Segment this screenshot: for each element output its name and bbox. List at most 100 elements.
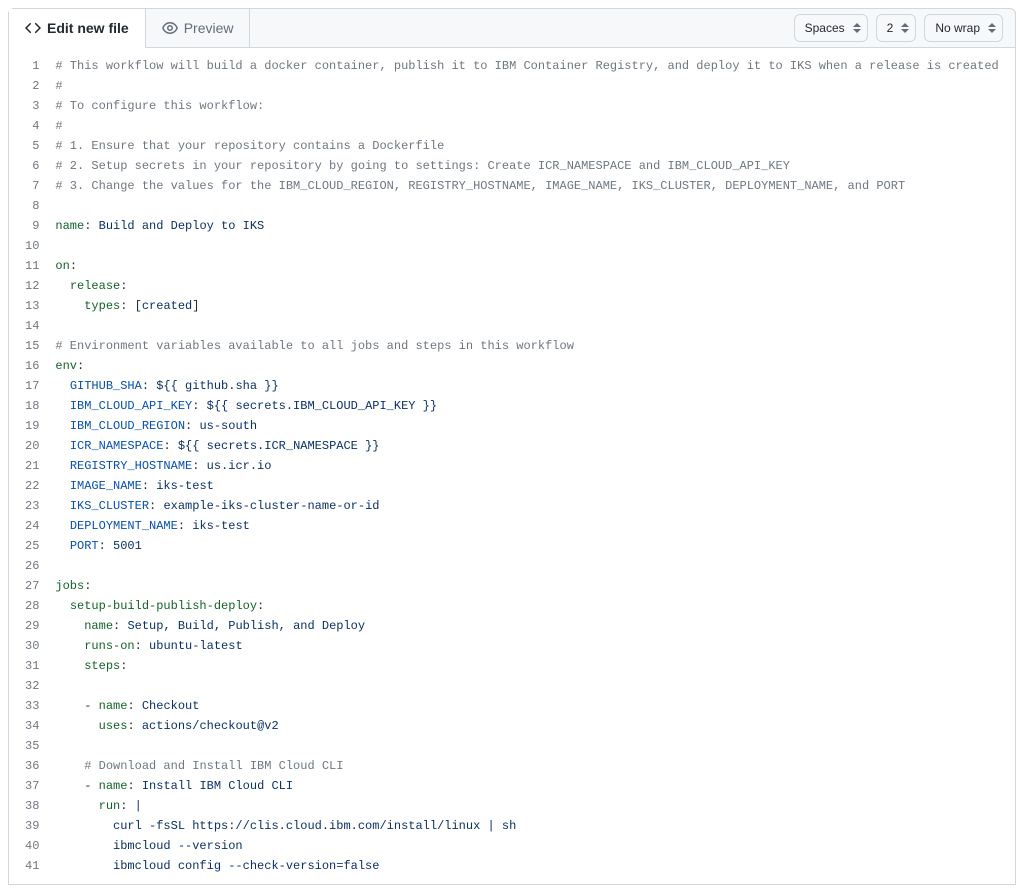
line-number: 15 [25, 336, 39, 356]
code-line[interactable]: env: [55, 356, 999, 376]
code-line[interactable] [55, 676, 999, 696]
indent-size-select[interactable]: 2 [876, 14, 917, 42]
line-number: 22 [25, 476, 39, 496]
code-line[interactable] [55, 736, 999, 756]
code-line[interactable] [55, 236, 999, 256]
line-number: 29 [25, 616, 39, 636]
code-line[interactable]: # 1. Ensure that your repository contain… [55, 136, 999, 156]
code-line[interactable]: ibmcloud --version [55, 836, 999, 856]
line-number: 36 [25, 756, 39, 776]
line-number: 39 [25, 816, 39, 836]
code-line[interactable]: name: Build and Deploy to IKS [55, 216, 999, 236]
line-number: 1 [25, 56, 39, 76]
line-number: 21 [25, 456, 39, 476]
indent-size-value: 2 [887, 21, 894, 35]
code-line[interactable]: # This workflow will build a docker cont… [55, 56, 999, 76]
line-number: 34 [25, 716, 39, 736]
code-line[interactable]: ICR_NAMESPACE: ${{ secrets.ICR_NAMESPACE… [55, 436, 999, 456]
code-icon [25, 20, 41, 36]
line-number: 37 [25, 776, 39, 796]
line-number: 32 [25, 676, 39, 696]
code-line[interactable]: run: | [55, 796, 999, 816]
code-content[interactable]: # This workflow will build a docker cont… [49, 48, 1015, 884]
line-number: 23 [25, 496, 39, 516]
indent-mode-select[interactable]: Spaces [794, 14, 868, 42]
line-number: 4 [25, 116, 39, 136]
line-number: 14 [25, 316, 39, 336]
code-line[interactable]: REGISTRY_HOSTNAME: us.icr.io [55, 456, 999, 476]
line-number: 35 [25, 736, 39, 756]
code-line[interactable]: - name: Checkout [55, 696, 999, 716]
line-number: 2 [25, 76, 39, 96]
code-line[interactable]: IBM_CLOUD_API_KEY: ${{ secrets.IBM_CLOUD… [55, 396, 999, 416]
indent-mode-value: Spaces [805, 21, 845, 35]
line-number: 40 [25, 836, 39, 856]
code-line[interactable]: GITHUB_SHA: ${{ github.sha }} [55, 376, 999, 396]
code-line[interactable]: # 3. Change the values for the IBM_CLOUD… [55, 176, 999, 196]
line-number: 12 [25, 276, 39, 296]
wrap-mode-value: No wrap [935, 21, 980, 35]
code-line[interactable]: name: Setup, Build, Publish, and Deploy [55, 616, 999, 636]
code-line[interactable] [55, 556, 999, 576]
code-line[interactable] [55, 196, 999, 216]
code-line[interactable]: IBM_CLOUD_REGION: us-south [55, 416, 999, 436]
line-number-gutter: 1234567891011121314151617181920212223242… [9, 48, 49, 884]
code-line[interactable]: # [55, 116, 999, 136]
line-number: 24 [25, 516, 39, 536]
line-number: 25 [25, 536, 39, 556]
editor-settings: Spaces 2 No wrap [794, 14, 1015, 42]
code-line[interactable]: types: [created] [55, 296, 999, 316]
code-line[interactable]: jobs: [55, 576, 999, 596]
line-number: 6 [25, 156, 39, 176]
line-number: 31 [25, 656, 39, 676]
code-line[interactable]: runs-on: ubuntu-latest [55, 636, 999, 656]
code-line[interactable]: # To configure this workflow: [55, 96, 999, 116]
code-line[interactable]: uses: actions/checkout@v2 [55, 716, 999, 736]
code-line[interactable]: ibmcloud config --check-version=false [55, 856, 999, 876]
line-number: 41 [25, 856, 39, 876]
code-line[interactable]: release: [55, 276, 999, 296]
line-number: 8 [25, 196, 39, 216]
line-number: 27 [25, 576, 39, 596]
line-number: 10 [25, 236, 39, 256]
code-line[interactable]: IKS_CLUSTER: example-iks-cluster-name-or… [55, 496, 999, 516]
line-number: 33 [25, 696, 39, 716]
code-line[interactable]: setup-build-publish-deploy: [55, 596, 999, 616]
line-number: 13 [25, 296, 39, 316]
line-number: 3 [25, 96, 39, 116]
code-line[interactable]: on: [55, 256, 999, 276]
code-line[interactable] [55, 316, 999, 336]
code-line[interactable]: curl -fsSL https://clis.cloud.ibm.com/in… [55, 816, 999, 836]
code-line[interactable]: - name: Install IBM Cloud CLI [55, 776, 999, 796]
line-number: 19 [25, 416, 39, 436]
code-editor[interactable]: 1234567891011121314151617181920212223242… [8, 48, 1016, 885]
code-line[interactable]: steps: [55, 656, 999, 676]
code-line[interactable]: PORT: 5001 [55, 536, 999, 556]
line-number: 18 [25, 396, 39, 416]
line-number: 26 [25, 556, 39, 576]
line-number: 5 [25, 136, 39, 156]
editor-toolbar: Edit new file Preview Spaces 2 No wrap [8, 8, 1016, 48]
code-line[interactable]: IMAGE_NAME: iks-test [55, 476, 999, 496]
code-line[interactable]: # Download and Install IBM Cloud CLI [55, 756, 999, 776]
code-line[interactable]: # [55, 76, 999, 96]
tab-preview[interactable]: Preview [146, 9, 251, 47]
line-number: 9 [25, 216, 39, 236]
code-line[interactable]: DEPLOYMENT_NAME: iks-test [55, 516, 999, 536]
tab-edit-label: Edit new file [47, 20, 129, 36]
line-number: 7 [25, 176, 39, 196]
tab-preview-label: Preview [184, 20, 234, 36]
wrap-mode-select[interactable]: No wrap [924, 14, 1003, 42]
line-number: 30 [25, 636, 39, 656]
code-line[interactable]: # Environment variables available to all… [55, 336, 999, 356]
line-number: 38 [25, 796, 39, 816]
editor-tabs: Edit new file Preview [9, 9, 250, 47]
line-number: 28 [25, 596, 39, 616]
chevron-updown-icon [988, 23, 996, 33]
chevron-updown-icon [901, 23, 909, 33]
chevron-updown-icon [853, 23, 861, 33]
line-number: 20 [25, 436, 39, 456]
line-number: 17 [25, 376, 39, 396]
code-line[interactable]: # 2. Setup secrets in your repository by… [55, 156, 999, 176]
tab-edit-file[interactable]: Edit new file [9, 9, 146, 48]
